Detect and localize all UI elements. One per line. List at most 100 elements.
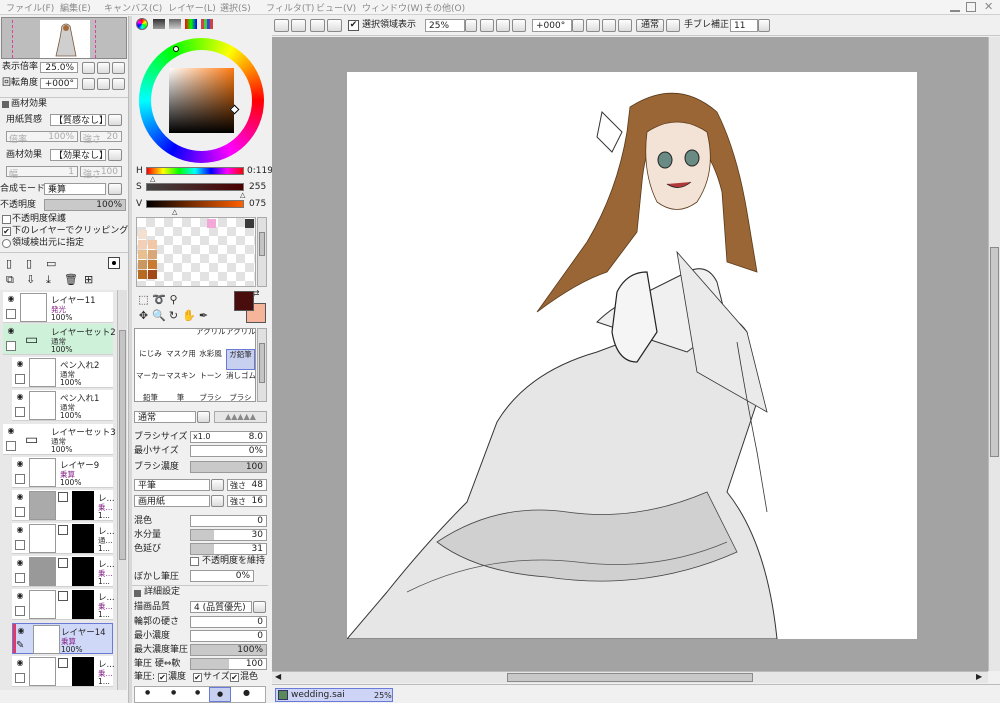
stabilizer-dropdown-button[interactable] [758,19,770,32]
brush-slot-pencil-selected[interactable]: ガ鉛筆 [226,349,255,370]
copy-layer-icon[interactable]: ⧉ [6,273,14,287]
brush-slot-pencil[interactable]: 鉛筆 [136,393,165,401]
pressure-curve-slider[interactable]: 100 [190,658,267,670]
keep-opacity-checkbox[interactable] [190,557,199,566]
value-slider-handle[interactable]: △ [172,208,177,216]
eye-icon[interactable]: ◉ [14,492,26,502]
mixer-tab-icon[interactable] [185,19,197,29]
hsv-slider-tab-icon[interactable] [169,19,181,29]
zoom-select[interactable]: 25% [425,19,465,32]
layer-lock-checkbox[interactable] [15,507,25,517]
eye-icon[interactable]: ◉ [14,392,26,402]
swatch[interactable] [148,240,157,249]
menu-layer[interactable]: レイヤー(L) [168,1,216,14]
opacity-slider[interactable]: 100% [44,199,126,211]
brush-texture-dropdown-button[interactable] [211,495,224,507]
water-slider[interactable]: 30 [190,529,267,541]
stabilizer-select[interactable]: 11 [730,19,758,32]
paper-dropdown-button[interactable] [108,114,122,126]
layer-lock-checkbox[interactable] [15,540,25,550]
eye-icon[interactable]: ◉ [14,525,26,535]
deselect-button[interactable] [310,19,325,32]
eye-icon[interactable]: ◉ [15,626,27,636]
scroll-left-icon[interactable]: ◀ [275,672,281,681]
min-density-slider[interactable]: 0 [190,630,267,642]
selection-source-radio[interactable] [2,239,11,248]
hue-ring[interactable] [139,38,264,163]
brush-density-slider[interactable]: 100 [190,461,267,473]
rotate-select[interactable]: +000° [532,19,572,32]
canvas-hscroll-thumb[interactable] [507,673,753,682]
pressure-mix-checkbox[interactable]: ✔ [230,673,239,682]
hue-marker[interactable] [173,46,179,52]
menu-window[interactable]: ウィンドウ(W) [362,1,423,14]
hue-slider[interactable] [146,167,244,175]
new-linked-layer-icon[interactable]: ▯ [26,257,32,270]
lasso-icon[interactable]: ➰ [152,293,166,306]
brush-slot-acrylic[interactable]: アクリル [196,329,225,348]
collapse-icon[interactable] [134,590,141,597]
brush-shape-select[interactable]: 平筆 [134,479,210,491]
edge-hardness-slider[interactable]: 0 [190,616,267,628]
scroll-right-icon[interactable]: ▶ [976,672,982,681]
layer-lock-checkbox[interactable] [6,341,16,351]
rotate-right-button[interactable] [602,19,616,32]
size-preset-dot[interactable]: ● [195,689,200,696]
swatch[interactable] [148,260,157,269]
brush-slot-mask-blur[interactable]: マスク用にじみ [166,349,195,370]
swap-colors-icon[interactable]: ⇄ [252,289,268,301]
hue-slider-handle[interactable]: △ [150,175,155,183]
blend-mode-dropdown-button[interactable] [108,183,122,195]
brush-slot-marker[interactable]: マーカー [136,371,165,392]
brush-texture-select[interactable]: 画用紙 [134,495,210,507]
main-color[interactable] [234,291,254,311]
swatch[interactable] [138,240,147,249]
effect-strength-slider[interactable]: 強さ 100 [80,166,122,180]
eye-icon[interactable]: ◉ [14,459,26,469]
max-pressure-slider[interactable]: 100% [190,644,267,656]
view-mode-button[interactable]: 通常 [636,19,664,32]
clear-layer-icon[interactable]: ⊞ [84,273,93,286]
artwork-canvas[interactable] [345,72,917,640]
eye-icon[interactable]: ◉ [5,426,17,436]
menu-edit[interactable]: 編集(E) [60,1,91,14]
layer-item-selected[interactable]: ◉ ✎ レイヤー14 乗算 100% [12,623,113,654]
size-preset-dot[interactable]: ● [145,689,150,696]
pressure-density-checkbox[interactable]: ✔ [158,673,167,682]
brush-slot-airbrush-2[interactable]: ブラシ [226,393,255,401]
eye-icon[interactable]: ◉ [5,326,17,336]
layer-set-item[interactable]: ◉ ▭ レイヤーセット2 通常 100% [3,324,116,355]
swatch[interactable] [138,260,147,269]
panel-splitter[interactable] [128,16,132,703]
layer-lock-checkbox[interactable] [6,309,16,319]
brush-size-slider[interactable]: x1.0 8.0 [190,431,267,443]
clipping-checkbox[interactable]: ✔ [2,227,11,236]
paper-scale-slider[interactable]: 倍率 100% [6,131,78,145]
invert-selection-button[interactable] [327,19,342,32]
rotate-right-button[interactable] [97,78,110,90]
saturation-slider[interactable] [146,183,244,191]
layer-item[interactable]: ◉ レ... 乗... 1... [12,556,115,587]
layer-lock-checkbox[interactable] [15,374,25,384]
layer-scroll-thumb[interactable] [119,330,126,560]
mix-slider[interactable]: 0 [190,515,267,527]
new-folder-icon[interactable]: ▭ [46,257,56,270]
swatch[interactable] [245,219,254,228]
zoom-out-button[interactable] [82,62,95,74]
layer-item[interactable]: ◉ ペン入れ1 通常 100% [12,390,113,421]
quality-dropdown-button[interactable] [253,601,266,613]
menu-select[interactable]: 選択(S) [220,1,251,14]
close-icon[interactable]: ✕ [984,0,993,13]
swatch[interactable] [148,250,157,259]
swatch[interactable] [138,270,147,279]
canvas-viewport[interactable] [272,37,988,671]
merge-down-icon[interactable]: ⤓ [46,273,51,287]
swatch[interactable] [138,230,147,239]
swatch-grid[interactable] [136,217,256,287]
transfer-down-icon[interactable]: ⇩ [26,273,35,286]
zoom-icon[interactable]: 🔍 [152,309,166,322]
rotate-reset-button[interactable] [618,19,632,32]
rgb-slider-tab-icon[interactable] [153,19,165,29]
saturation-slider-handle[interactable]: △ [240,191,245,199]
layer-lock-checkbox[interactable] [15,407,25,417]
